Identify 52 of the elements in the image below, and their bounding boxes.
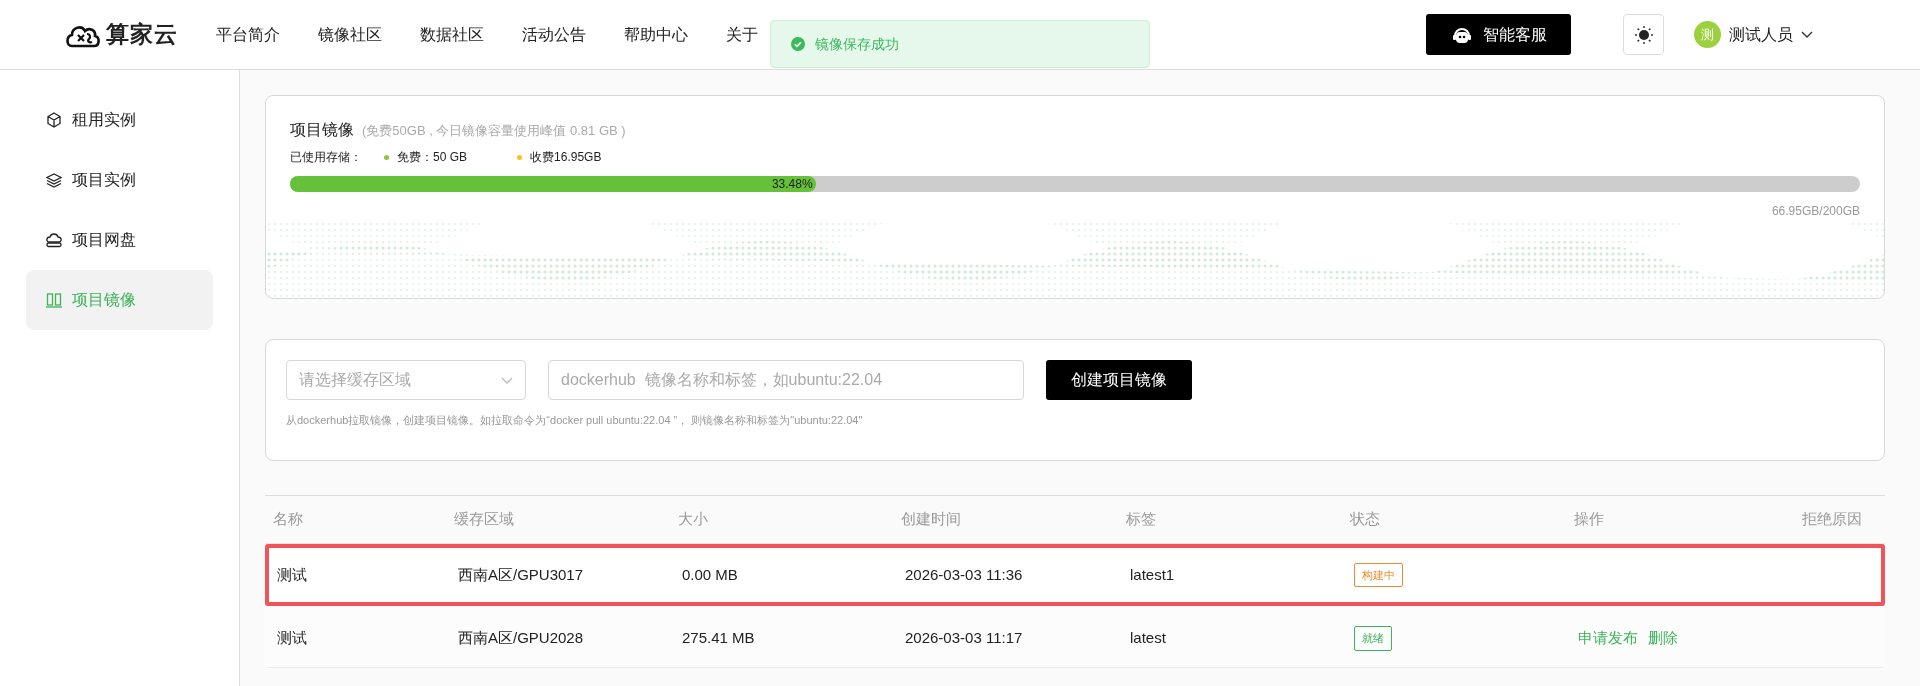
support-button[interactable]: 智能客服 (1426, 14, 1571, 55)
user-name[interactable]: 测试人员 (1729, 22, 1793, 47)
sidebar-item[interactable]: 项目实例 (26, 150, 213, 210)
cube-icon (46, 112, 62, 128)
legend-label: 已使用存储： (290, 149, 362, 166)
column-header: 标签 (1126, 509, 1157, 530)
nav-link[interactable]: 镜像社区 (318, 22, 382, 47)
check-circle-icon (791, 37, 805, 51)
create-image-button[interactable]: 创建项目镜像 (1046, 360, 1192, 400)
storage-title: 项目镜像 (290, 120, 354, 140)
table-cell: latest1 (1130, 565, 1175, 583)
nav-link[interactable]: 平台简介 (216, 22, 280, 47)
columns-icon (46, 292, 62, 308)
table-cell: 2026-03-03 11:36 (905, 565, 1023, 583)
theme-toggle-button[interactable] (1623, 14, 1664, 55)
chevron-down-icon[interactable] (1801, 31, 1813, 38)
sun-icon (1633, 24, 1654, 45)
column-header: 缓存区域 (454, 509, 515, 530)
table-cell: 测试 (277, 565, 307, 583)
logo-text[interactable]: 算家云 (106, 17, 178, 52)
cloud-drive-icon (46, 232, 62, 248)
legend-text: 收费16.95GB (530, 149, 602, 166)
nav-link[interactable]: 帮助中心 (624, 22, 688, 47)
column-header: 操作 (1574, 509, 1605, 530)
table-cell: latest (1130, 629, 1166, 647)
table-cell: 275.41 MB (682, 629, 755, 647)
table-cell: 0.00 MB (682, 565, 738, 583)
chevron-down-icon (501, 376, 513, 384)
storage-note: (免费50GB , 今日镜像容量使用峰值 0.81 GB ) (362, 122, 626, 140)
progress-fill: 33.48% (290, 176, 816, 192)
table-cell: 2026-03-03 11:17 (905, 629, 1023, 647)
nav-link[interactable]: 活动公告 (522, 22, 586, 47)
status-tag: 构建中 (1354, 562, 1403, 588)
hint-text: 从dockerhub拉取镜像，创建项目镜像。如拉取命令为“docker pull ubuntu:22.04 ”， 则镜像名称和标签为"ubuntu:22.04" (286, 413, 864, 428)
status-tag: 就绪 (1354, 626, 1392, 651)
sidebar-item[interactable]: 项目网盘 (26, 210, 213, 270)
column-header: 拒绝原因 (1802, 509, 1862, 530)
legend-text: 免费：50 GB (397, 149, 468, 166)
image-name-field[interactable]: dockerhub 镜像名称和标签，如ubuntu:22.04 (548, 360, 1024, 400)
nav-link[interactable]: 关于 (726, 22, 758, 47)
table-cell: 西南A区/GPU3017 (458, 565, 584, 583)
table-cell: 西南A区/GPU2028 (458, 629, 584, 647)
table-cell: 测试 (277, 629, 307, 647)
toast-message: 镜像保存成功 (815, 34, 899, 54)
column-header: 创建时间 (901, 509, 962, 530)
sidebar-item[interactable]: 租用实例 (26, 90, 213, 150)
column-header: 名称 (273, 509, 304, 530)
nav-link[interactable]: 数据社区 (420, 22, 484, 47)
column-header: 大小 (678, 509, 709, 530)
column-header: 状态 (1350, 509, 1381, 530)
layers-icon (46, 172, 62, 188)
storage-total: 66.95GB/200GB (1770, 203, 1860, 220)
